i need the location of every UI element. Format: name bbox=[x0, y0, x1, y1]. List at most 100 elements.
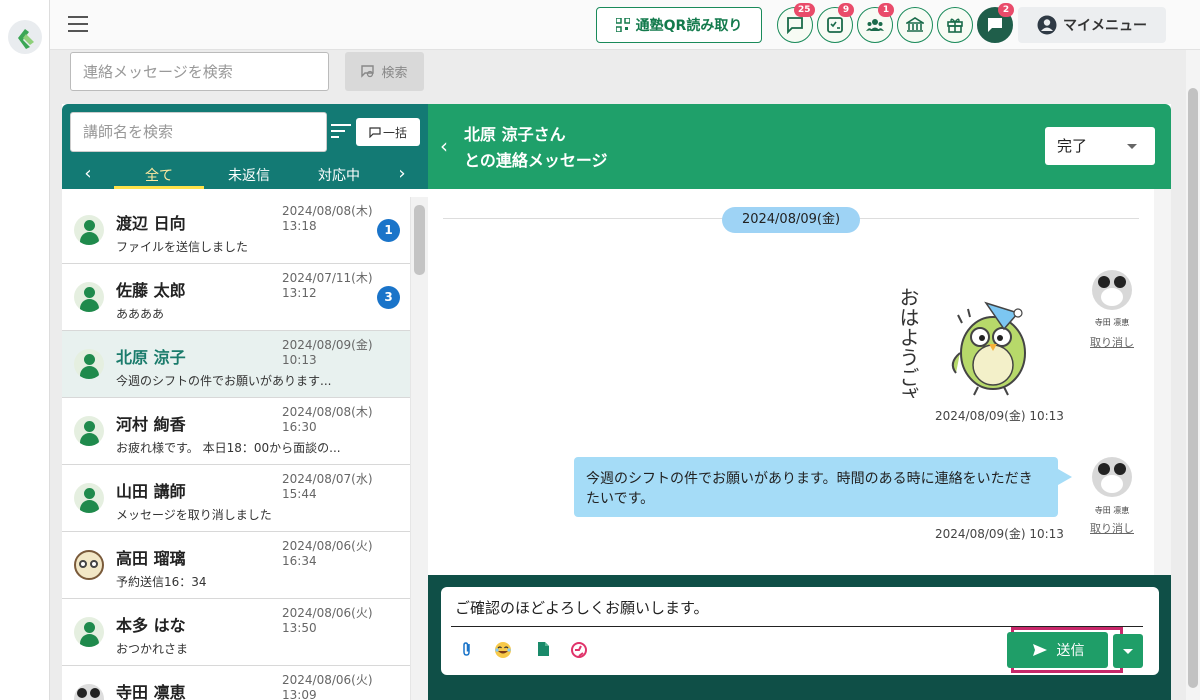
list-item[interactable]: 2024/08/07(水) 15:44 山田 講師 メッセージを取り消しました bbox=[62, 465, 410, 532]
search-button-label: 検索 bbox=[381, 66, 408, 81]
person-avatar-icon bbox=[74, 349, 104, 379]
task-button[interactable]: 9 bbox=[817, 3, 854, 43]
chat-badge: 2 bbox=[998, 3, 1014, 17]
group-button[interactable]: 1 bbox=[857, 3, 894, 43]
date-divider-pill: 2024/08/09(金) bbox=[722, 207, 860, 233]
my-menu-button[interactable]: マイメニュー bbox=[1018, 7, 1166, 43]
hamburger-menu-icon[interactable] bbox=[68, 16, 88, 34]
bulk-action-button[interactable]: 一括 bbox=[356, 118, 420, 146]
tab-all[interactable]: 全て bbox=[114, 165, 204, 189]
back-chevron-icon[interactable]: ‹ bbox=[440, 134, 448, 158]
gift-button[interactable] bbox=[937, 7, 973, 43]
chat-title-subtitle: との連絡メッセージ bbox=[464, 151, 608, 170]
unread-count-badge: 3 bbox=[377, 286, 400, 309]
message-area: 2024/08/09(金) おはようございます 寺田 凛恵 取り消し 2024/… bbox=[428, 189, 1171, 575]
tab-next-icon[interactable]: › bbox=[392, 163, 412, 187]
item-date: 2024/08/06(火) 13:50 bbox=[282, 606, 373, 635]
message-bubble: 今週のシフトの件でお願いがあります。時間のある時に連絡をいただきたいです。 bbox=[574, 457, 1072, 517]
chevron-down-icon bbox=[1127, 144, 1137, 149]
message-search-input[interactable] bbox=[70, 52, 329, 91]
emoji-icon[interactable] bbox=[493, 641, 513, 661]
item-name: 佐藤 太郎 bbox=[116, 281, 186, 300]
app-logo-icon[interactable] bbox=[8, 20, 42, 54]
item-date: 2024/08/07(水) 15:44 bbox=[282, 472, 373, 501]
item-preview: ああああ bbox=[116, 307, 165, 321]
item-name: 渡辺 日向 bbox=[116, 214, 186, 233]
teacher-search-input[interactable] bbox=[70, 112, 327, 152]
list-scroll-thumb[interactable] bbox=[414, 205, 425, 275]
item-preview: メッセージを取り消しました bbox=[116, 508, 272, 522]
person-avatar-icon bbox=[74, 416, 104, 446]
list-item[interactable]: 2024/08/08(木) 16:30 河村 絢香 お疲れ様です。 本日18：0… bbox=[62, 398, 410, 465]
account-circle-icon bbox=[1037, 15, 1057, 35]
teacher-list-panel: 一括 ‹ 全て 未返信 対応中 › 2024/08/08(木) 13:18 渡辺… bbox=[62, 104, 428, 700]
filter-tabs: ‹ 全て 未返信 対応中 › bbox=[62, 161, 428, 189]
attachment-clip-icon[interactable] bbox=[457, 641, 477, 661]
schedule-send-icon[interactable] bbox=[569, 641, 589, 661]
owl-sticker-image: おはようございます bbox=[898, 287, 1026, 398]
person-avatar-icon bbox=[74, 282, 104, 312]
status-select[interactable]: 完了 bbox=[1045, 127, 1155, 165]
list-item[interactable]: 2024/08/08(木) 13:18 渡辺 日向 ファイルを送信しました 1 bbox=[62, 197, 410, 264]
my-menu-label: マイメニュー bbox=[1063, 18, 1147, 34]
tab-unreplied[interactable]: 未返信 bbox=[204, 165, 294, 189]
sender-name: 寺田 凛恵 bbox=[1094, 318, 1130, 327]
message-compose-box[interactable]: ご確認のほどよろしくお願いします。 送信 bbox=[441, 587, 1159, 675]
item-name: 北原 涼子 bbox=[116, 348, 186, 367]
sender-avatar-icon bbox=[1092, 457, 1132, 497]
school-button[interactable] bbox=[897, 7, 933, 43]
item-date: 2024/08/06(火) 16:34 bbox=[282, 539, 373, 568]
unsend-link[interactable]: 取り消し bbox=[1090, 334, 1134, 350]
sender-avatar-icon bbox=[1092, 270, 1132, 310]
search-button[interactable]: 検索 bbox=[345, 52, 424, 91]
list-item[interactable]: 2024/08/06(火) 13:50 本多 はな おつかれさま bbox=[62, 599, 410, 666]
composer: ご確認のほどよろしくお願いします。 送信 bbox=[428, 575, 1171, 700]
item-name: 山田 講師 bbox=[116, 482, 186, 501]
item-date: 2024/08/08(木) 16:30 bbox=[282, 405, 373, 434]
list-item[interactable]: 2024/08/06(火) 16:34 高田 瑠璃 予約送信16：34 bbox=[62, 532, 410, 599]
left-rail bbox=[0, 0, 50, 700]
item-preview: 予約送信16：34 bbox=[116, 575, 207, 589]
send-button[interactable]: 送信 bbox=[1007, 632, 1108, 668]
chat-title-name: 北原 涼子さん bbox=[464, 125, 566, 144]
chevron-down-icon bbox=[1123, 649, 1133, 654]
item-preview: おつかれさま bbox=[116, 642, 189, 656]
tab-prev-icon[interactable]: ‹ bbox=[78, 163, 98, 187]
person-avatar-icon bbox=[74, 215, 104, 245]
chat-scrollbar[interactable] bbox=[1154, 189, 1171, 575]
teacher-list-header: 一括 ‹ 全て 未返信 対応中 › bbox=[62, 104, 428, 189]
status-value: 完了 bbox=[1057, 137, 1088, 155]
send-arrow-icon bbox=[1032, 644, 1047, 656]
list-item[interactable]: 2024/08/06(火) 13:09 寺田 凛恵 bbox=[62, 666, 410, 700]
chat-button[interactable]: 2 bbox=[977, 3, 1014, 43]
group-badge: 1 bbox=[878, 3, 894, 17]
item-preview: お疲れ様です。 本日18：00から面談の... bbox=[116, 441, 341, 455]
page-scroll-thumb[interactable] bbox=[1188, 88, 1198, 688]
teacher-list: 2024/08/08(木) 13:18 渡辺 日向 ファイルを送信しました 1 … bbox=[62, 197, 410, 700]
gift-icon bbox=[947, 18, 963, 33]
owl-avatar-icon bbox=[74, 550, 104, 580]
qr-code-icon bbox=[615, 18, 630, 32]
item-name: 本多 はな bbox=[116, 616, 186, 635]
list-item-selected[interactable]: 2024/08/09(金) 10:13 北原 涼子 今週のシフトの件でお願いがあ… bbox=[62, 331, 410, 398]
item-date: 2024/08/06(火) 13:09 bbox=[282, 673, 373, 700]
notifications-message-button[interactable]: 25 bbox=[777, 3, 815, 43]
person-avatar-icon bbox=[74, 483, 104, 513]
file-template-icon[interactable] bbox=[533, 641, 553, 661]
unsend-link[interactable]: 取り消し bbox=[1090, 520, 1134, 536]
sticker-text: おはようございます bbox=[898, 287, 920, 398]
page-scrollbar[interactable] bbox=[1186, 50, 1200, 700]
group-icon bbox=[866, 19, 884, 31]
compose-input[interactable]: ご確認のほどよろしくお願いします。 bbox=[455, 597, 709, 618]
list-scrollbar[interactable] bbox=[410, 197, 428, 700]
task-badge: 9 bbox=[838, 3, 854, 17]
sort-filter-icon[interactable] bbox=[331, 124, 351, 138]
qr-scan-button[interactable]: 通塾QR読み取り bbox=[596, 7, 762, 43]
chat-panel: ‹ 北原 涼子さん との連絡メッセージ 完了 2024/08/09(金) おはよ… bbox=[428, 104, 1171, 700]
tab-in-progress[interactable]: 対応中 bbox=[294, 165, 384, 189]
list-item[interactable]: 2024/07/11(木) 13:12 佐藤 太郎 ああああ 3 bbox=[62, 264, 410, 331]
send-options-dropdown[interactable] bbox=[1113, 634, 1143, 668]
chat-title: 北原 涼子さん との連絡メッセージ bbox=[464, 122, 608, 174]
item-name: 高田 瑠璃 bbox=[116, 549, 186, 568]
task-check-icon bbox=[827, 17, 843, 33]
